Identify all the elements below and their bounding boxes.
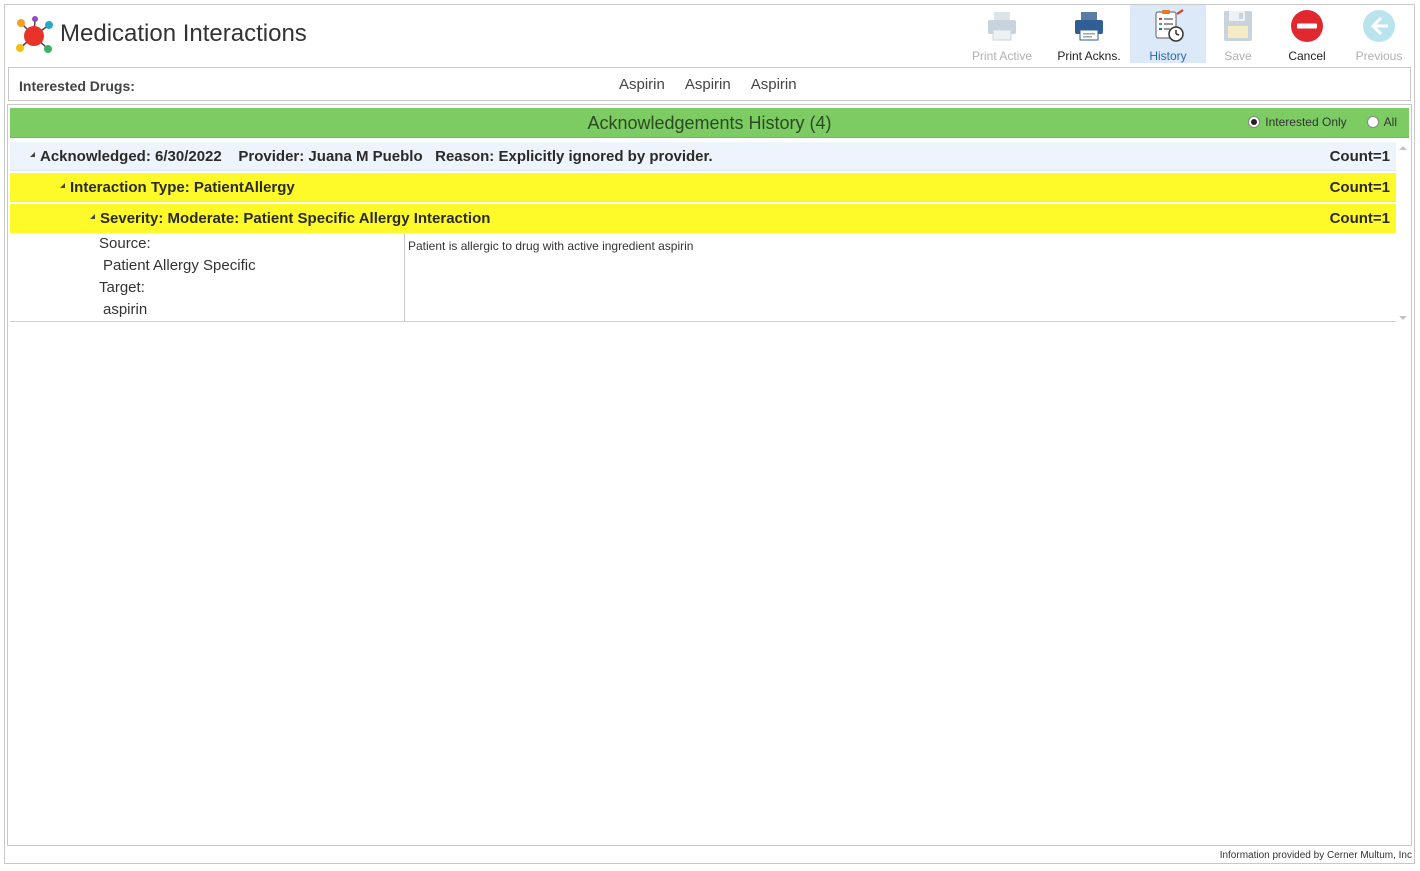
scroll-up-arrow-icon[interactable] xyxy=(1399,146,1407,150)
printer-icon xyxy=(988,12,1016,41)
save-label: Save xyxy=(1224,49,1252,63)
scroll-down-arrow-icon[interactable] xyxy=(1399,316,1407,320)
history-button[interactable]: History xyxy=(1130,5,1206,63)
vertical-scrollbar[interactable] xyxy=(1396,142,1408,322)
cancel-label: Cancel xyxy=(1288,49,1326,63)
print-ackns-button[interactable]: Print Ackns. xyxy=(1048,5,1130,63)
floppy-disk-icon xyxy=(1224,11,1252,41)
app-title: Medication Interactions xyxy=(60,20,307,47)
acknowledgement-row[interactable]: Acknowledged: 6/30/2022 Provider: Juana … xyxy=(10,142,1396,171)
interaction-description: Patient is allergic to drug with active … xyxy=(408,239,694,253)
print-active-label: Print Active xyxy=(971,49,1033,63)
all-label: All xyxy=(1383,115,1397,129)
printer-icon xyxy=(1075,12,1103,41)
radio-checked-icon xyxy=(1248,116,1261,128)
drug-item[interactable]: Aspirin xyxy=(751,76,797,93)
medication-interactions-window: Medication Interactions Print Active Pri… xyxy=(4,4,1415,864)
toolbar: Print Active Print Ackns. History Save C… xyxy=(956,5,1414,65)
interested-drugs-label: Interested Drugs: xyxy=(19,78,135,94)
acknowledgement-count: Count=1 xyxy=(1329,148,1390,165)
footer-attribution: Information provided by Cerner Multum, I… xyxy=(1219,850,1412,861)
target-label: Target: xyxy=(99,279,145,296)
interested-drugs-bar: Interested Drugs: Aspirin Aspirin Aspiri… xyxy=(8,67,1411,101)
collapse-caret-icon[interactable] xyxy=(30,152,35,157)
radio-unchecked-icon xyxy=(1366,116,1379,128)
cancel-button[interactable]: Cancel xyxy=(1270,5,1344,63)
history-panel: Acknowledgements History (4) Interested … xyxy=(7,104,1412,846)
history-clipboard-icon xyxy=(1155,9,1184,42)
interested-only-radio[interactable]: Interested Only xyxy=(1248,115,1347,129)
collapse-caret-icon[interactable] xyxy=(60,183,65,188)
interested-only-label: Interested Only xyxy=(1265,115,1347,129)
interested-drugs-list: Aspirin Aspirin Aspirin xyxy=(619,76,797,93)
previous-label: Previous xyxy=(1355,49,1403,63)
print-ackns-label: Print Ackns. xyxy=(1057,49,1121,63)
molecule-logo-icon xyxy=(16,16,53,53)
drug-item[interactable]: Aspirin xyxy=(685,76,731,93)
severity-text: Severity: Moderate: Patient Specific All… xyxy=(100,210,491,227)
collapse-caret-icon[interactable] xyxy=(90,214,95,219)
severity-row[interactable]: Severity: Moderate: Patient Specific All… xyxy=(10,204,1396,233)
interaction-detail: Source: Patient Allergy Specific Target:… xyxy=(10,233,1396,322)
source-value: Patient Allergy Specific xyxy=(103,257,256,274)
interaction-type-text: Interaction Type: PatientAllergy xyxy=(70,179,295,196)
all-radio[interactable]: All xyxy=(1366,115,1397,129)
detail-source-target: Source: Patient Allergy Specific Target:… xyxy=(10,233,405,321)
print-active-button[interactable]: Print Active xyxy=(956,5,1048,63)
interaction-type-row[interactable]: Interaction Type: PatientAllergy Count=1 xyxy=(10,173,1396,202)
source-label: Source: xyxy=(99,235,151,252)
save-button[interactable]: Save xyxy=(1206,5,1270,63)
history-header: Acknowledgements History (4) Interested … xyxy=(10,108,1409,138)
target-value: aspirin xyxy=(103,301,148,318)
filter-radio-group: Interested Only All xyxy=(1228,115,1397,129)
previous-button[interactable]: Previous xyxy=(1344,5,1414,63)
arrow-left-icon xyxy=(1363,10,1395,42)
header: Medication Interactions Print Active Pri… xyxy=(5,5,1414,67)
acknowledgement-text: Acknowledged: 6/30/2022 Provider: Juana … xyxy=(40,148,713,165)
history-title: Acknowledgements History (4) xyxy=(587,113,832,133)
history-label: History xyxy=(1149,49,1187,63)
interaction-type-count: Count=1 xyxy=(1329,179,1390,196)
cancel-icon xyxy=(1291,10,1323,42)
severity-count: Count=1 xyxy=(1329,210,1390,227)
drug-item[interactable]: Aspirin xyxy=(619,76,665,93)
